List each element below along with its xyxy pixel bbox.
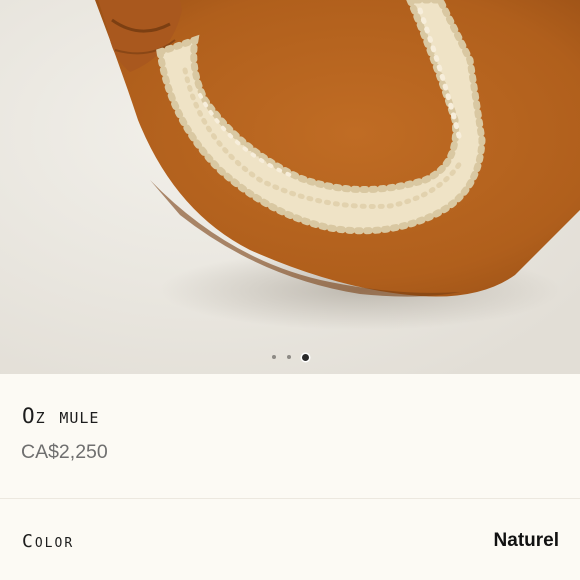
product-photo	[0, 0, 580, 374]
product-image-carousel[interactable]	[0, 0, 580, 374]
color-label: Color	[22, 531, 75, 552]
product-price: CA$2,250	[21, 441, 108, 463]
carousel-dots	[0, 351, 580, 363]
product-info: Oz mule CA$2,250	[0, 374, 580, 499]
carousel-dot-1[interactable]	[271, 355, 276, 359]
product-name: Oz mule	[22, 404, 100, 428]
color-value: Naturel	[493, 530, 559, 551]
color-selector[interactable]: Color Naturel	[0, 499, 580, 580]
carousel-dot-2[interactable]	[286, 355, 291, 359]
carousel-dot-3-active[interactable]	[301, 353, 309, 361]
